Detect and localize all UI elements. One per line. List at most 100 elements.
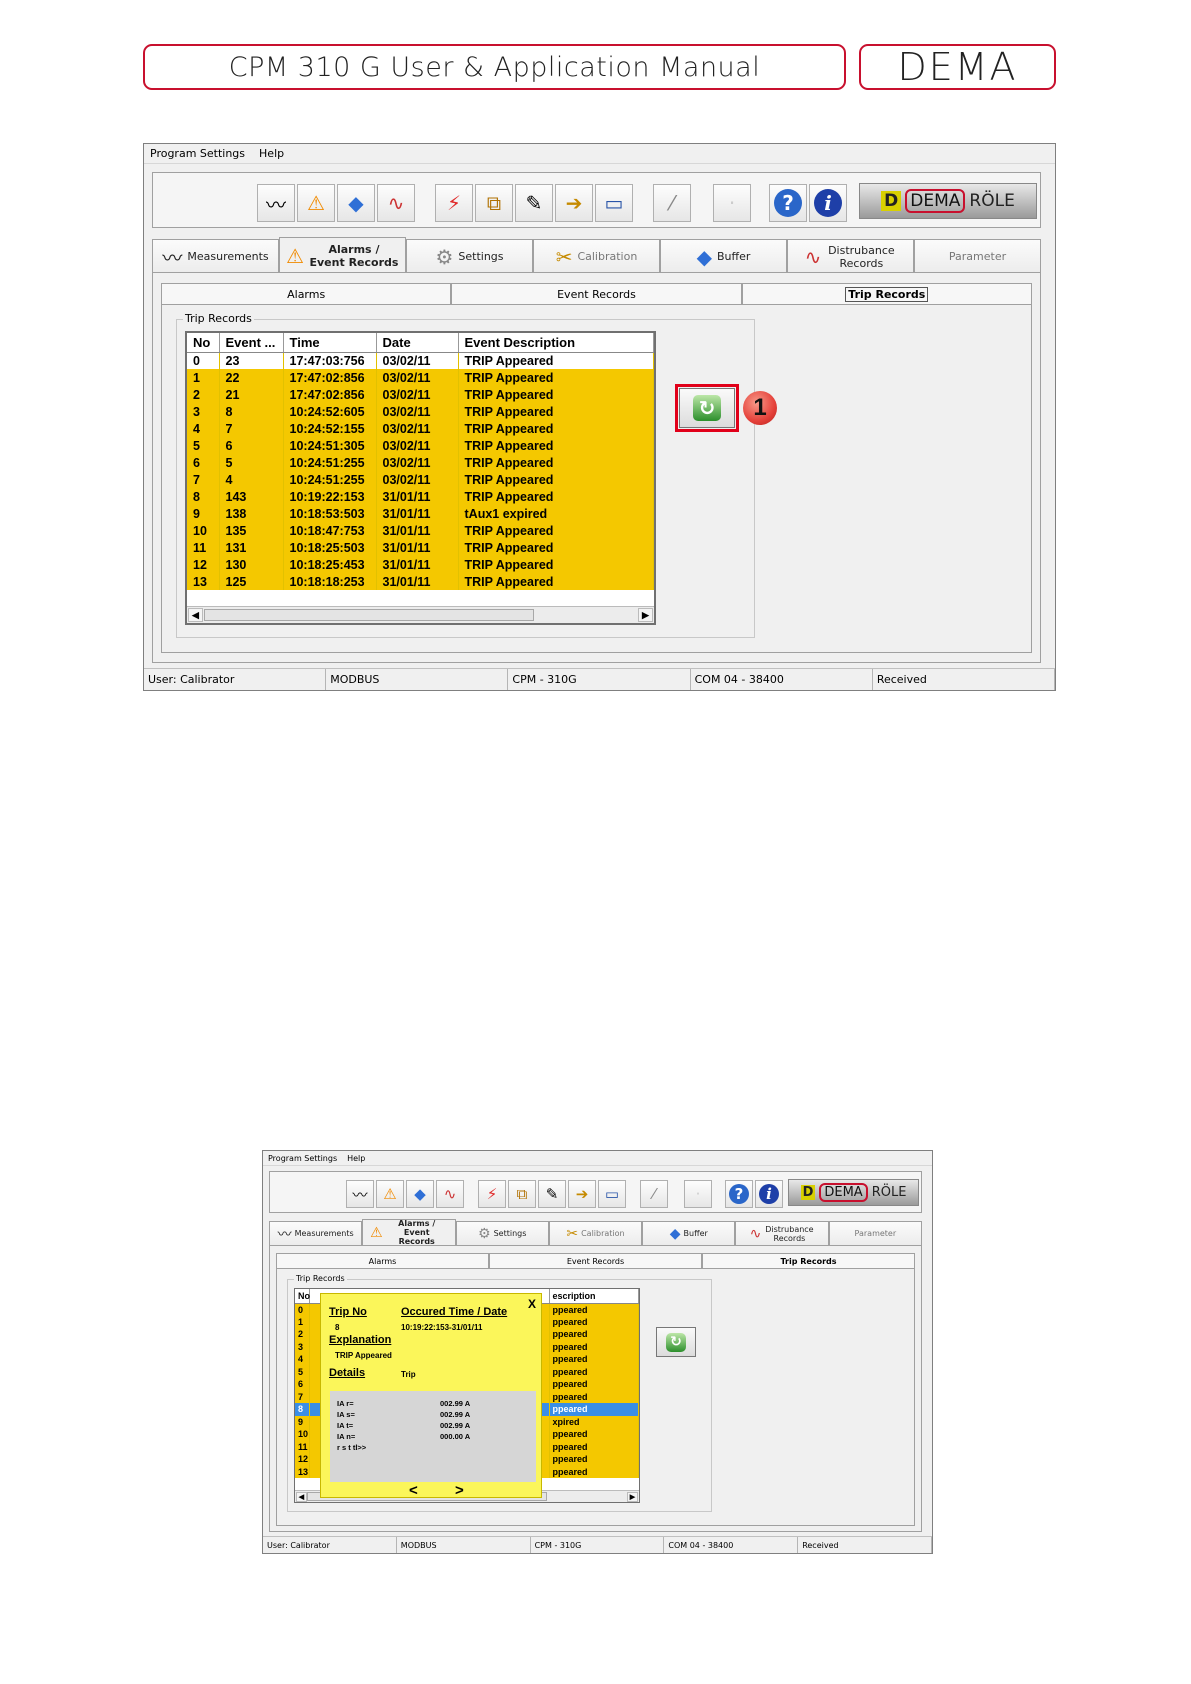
refresh-button[interactable]: ↻: [656, 1327, 696, 1357]
column-header[interactable]: Time: [283, 333, 377, 353]
prev-arrow-button[interactable]: <: [409, 1482, 418, 1499]
tab-label: Parameter: [948, 250, 1007, 263]
table-row[interactable]: 0 23 17:47:03:756 03/02/11 TRIP Appeared: [187, 352, 654, 369]
device-toolbar-button[interactable]: ▭: [598, 1180, 626, 1208]
menu-help[interactable]: Help: [347, 1154, 365, 1163]
column-header[interactable]: Event Description: [458, 333, 654, 353]
alarms-toolbar-button[interactable]: ⚠: [297, 184, 335, 222]
table-cell: 03/02/11: [376, 403, 459, 420]
breaker-toolbar-button[interactable]: ⚡: [435, 184, 473, 222]
table-row[interactable]: 9 138 10:18:53:503 31/01/11 tAux1 expired: [187, 505, 654, 522]
scroll-left-icon[interactable]: ◀: [188, 608, 203, 622]
column-header[interactable]: Event ...: [219, 333, 284, 353]
table-row[interactable]: 13 125 10:18:18:253 31/01/11 TRIP Appeared: [187, 573, 654, 590]
tab-alarms-event-records[interactable]: ⚠ Alarms / Event Records: [362, 1219, 456, 1246]
scroll-right-icon[interactable]: ▶: [638, 608, 653, 622]
buffer-toolbar-button[interactable]: ◆: [406, 1180, 434, 1208]
warning-icon: ⚠: [383, 1185, 397, 1203]
status-user: User: Calibrator: [144, 669, 327, 690]
tab-distrubance-records[interactable]: ∿ Distrubance Records: [735, 1221, 829, 1245]
tab-parameter[interactable]: Parameter: [914, 239, 1041, 273]
close-icon[interactable]: X: [528, 1297, 536, 1311]
table-row[interactable]: 11 131 10:18:25:503 31/01/11 TRIP Appeared: [187, 539, 654, 556]
table-row[interactable]: 7 4 10:24:51:255 03/02/11 TRIP Appeared: [187, 471, 654, 488]
export-toolbar-button[interactable]: ➔: [568, 1180, 596, 1208]
scroll-thumb[interactable]: [204, 609, 534, 621]
subtab-alarms[interactable]: Alarms: [276, 1253, 489, 1269]
menu-program-settings[interactable]: Program Settings: [150, 147, 245, 160]
disturbance-toolbar-button[interactable]: ∿: [436, 1180, 464, 1208]
tab-parameter[interactable]: Parameter: [828, 1221, 922, 1245]
subtab-trip-records[interactable]: Trip Records: [702, 1253, 915, 1269]
detail-name: IA s=: [337, 1410, 355, 1419]
alarms-toolbar-button[interactable]: ⚠: [376, 1180, 404, 1208]
sub-tabs: Alarms Event Records Trip Records: [161, 283, 1032, 305]
column-header[interactable]: escription: [549, 1289, 639, 1304]
transformer-toolbar-button[interactable]: ⧉: [475, 184, 513, 222]
scroll-right-icon[interactable]: ▶: [627, 1492, 638, 1502]
help-toolbar-button[interactable]: ?: [725, 1180, 753, 1208]
tools-toolbar-button[interactable]: ✎: [538, 1180, 566, 1208]
blank-toolbar-button[interactable]: ·: [713, 184, 751, 222]
menubar: Program Settings Help: [144, 144, 1055, 164]
tab-calibration[interactable]: ✂ Calibration: [548, 1221, 643, 1245]
table-row[interactable]: 6 5 10:24:51:255 03/02/11 TRIP Appeared: [187, 454, 654, 471]
tab-measurements[interactable]: 〰 Measurements: [152, 239, 279, 273]
table-row[interactable]: 10 135 10:18:47:753 31/01/11 TRIP Appeared: [187, 522, 654, 539]
table-cell: 10:24:51:255: [283, 471, 377, 488]
table-row[interactable]: 4 7 10:24:52:155 03/02/11 TRIP Appeared: [187, 420, 654, 437]
tab-measurements[interactable]: 〰 Measurements: [269, 1221, 363, 1245]
sub-tabs: Alarms Event Records Trip Records: [276, 1253, 915, 1269]
tab-distrubance-records[interactable]: ∿ Distrubance Records: [787, 239, 914, 273]
measurements-toolbar-button[interactable]: 〰: [257, 184, 295, 222]
subtab-trip-records[interactable]: Trip Records: [741, 283, 1032, 305]
table-row[interactable]: 8 143 10:19:22:153 31/01/11 TRIP Appeared: [187, 488, 654, 505]
trip-records-table[interactable]: No escription 0 ppeared 1 ppeared 2 ppeared 3 pp…: [294, 1288, 640, 1503]
device-toolbar-button[interactable]: ▭: [595, 184, 633, 222]
info-toolbar-button[interactable]: i: [809, 184, 847, 222]
menu-help[interactable]: Help: [259, 147, 284, 160]
blank-toolbar-button[interactable]: ·: [684, 1180, 712, 1208]
table-cell: TRIP Appeared: [458, 556, 654, 573]
table-row[interactable]: 12 130 10:18:25:453 31/01/11 TRIP Appeared: [187, 556, 654, 573]
tab-calibration[interactable]: ✂ Calibration: [533, 239, 660, 273]
measurements-toolbar-button[interactable]: 〰: [346, 1180, 374, 1208]
tab-buffer[interactable]: ◆ Buffer: [660, 239, 787, 273]
waveform-icon: 〰: [277, 1226, 292, 1243]
scroll-left-icon[interactable]: ◀: [296, 1492, 307, 1502]
help-toolbar-button[interactable]: ?: [769, 184, 807, 222]
table-row[interactable]: 1 22 17:47:02:856 03/02/11 TRIP Appeared: [187, 369, 654, 386]
table-cell: 11: [187, 539, 220, 556]
buffer-toolbar-button[interactable]: ◆: [337, 184, 375, 222]
table-cell: TRIP Appeared: [458, 403, 654, 420]
tab-buffer[interactable]: ◆ Buffer: [642, 1221, 736, 1245]
transformer-toolbar-button[interactable]: ⧉: [508, 1180, 536, 1208]
subtab-event-records[interactable]: Event Records: [489, 1253, 702, 1269]
tab-settings[interactable]: ⚙ Settings: [455, 1221, 549, 1245]
table-cell: 31/01/11: [376, 505, 459, 522]
table-row[interactable]: 5 6 10:24:51:305 03/02/11 TRIP Appeared: [187, 437, 654, 454]
info-toolbar-button[interactable]: i: [755, 1180, 783, 1208]
wand-toolbar-button[interactable]: ⁄: [653, 184, 691, 222]
subtab-event-records[interactable]: Event Records: [451, 283, 742, 305]
column-header[interactable]: No: [187, 333, 220, 353]
horizontal-scrollbar[interactable]: ◀ ▶: [187, 606, 654, 623]
table-row[interactable]: 2 21 17:47:02:856 03/02/11 TRIP Appeared: [187, 386, 654, 403]
table-row[interactable]: 3 8 10:24:52:605 03/02/11 TRIP Appeared: [187, 403, 654, 420]
wand-icon: ⁄: [652, 1185, 656, 1203]
breaker-toolbar-button[interactable]: ⚡: [478, 1180, 506, 1208]
subtab-alarms[interactable]: Alarms: [161, 283, 452, 305]
column-header[interactable]: Date: [376, 333, 459, 353]
tools-toolbar-button[interactable]: ✎: [515, 184, 553, 222]
export-toolbar-button[interactable]: ➔: [555, 184, 593, 222]
tab-alarms-event-records[interactable]: ⚠ Alarms / Event Records: [279, 237, 406, 273]
gears-icon: ⚙: [435, 244, 454, 269]
trip-records-table[interactable]: No Event ... Time Date Event Description 0 23…: [185, 331, 656, 625]
wand-toolbar-button[interactable]: ⁄: [640, 1180, 668, 1208]
tab-settings[interactable]: ⚙ Settings: [406, 239, 533, 273]
disturbance-toolbar-button[interactable]: ∿: [377, 184, 415, 222]
tab-label: Measurements: [187, 250, 269, 263]
menu-program-settings[interactable]: Program Settings: [268, 1154, 337, 1163]
column-header[interactable]: No: [295, 1289, 310, 1304]
next-arrow-button[interactable]: >: [455, 1482, 464, 1499]
